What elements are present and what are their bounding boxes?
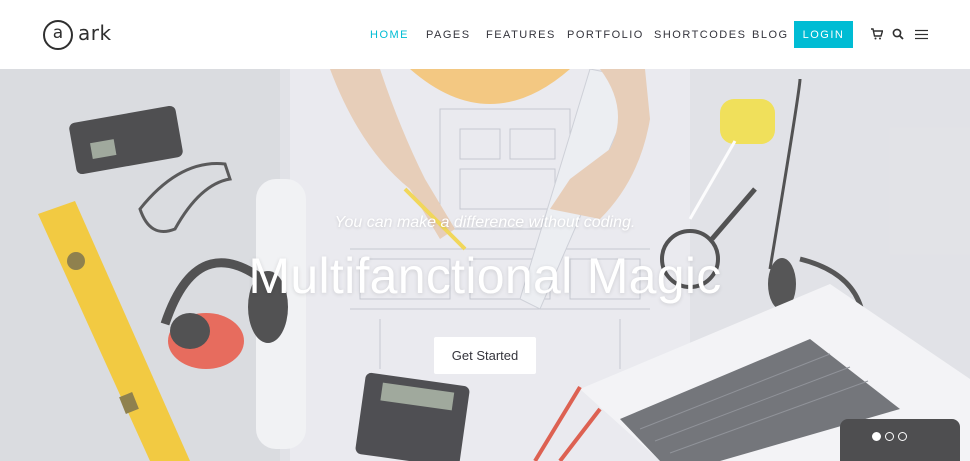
search-icon[interactable] bbox=[891, 27, 905, 41]
get-started-button[interactable]: Get Started bbox=[434, 337, 536, 374]
slider-dot-3[interactable] bbox=[898, 432, 907, 441]
login-button[interactable]: LOGIN bbox=[794, 21, 853, 48]
nav-item-features[interactable]: FEATURES bbox=[486, 29, 556, 41]
hero-tagline: You can make a difference without coding… bbox=[334, 214, 636, 231]
nav-item-pages[interactable]: PAGES bbox=[426, 29, 471, 41]
slider-dot-2[interactable] bbox=[885, 432, 894, 441]
nav-item-blog[interactable]: BLOG bbox=[752, 29, 789, 41]
site-header: a ark HOME PAGES FEATURES PORTFOLIO SHOR… bbox=[0, 0, 970, 69]
nav-item-home[interactable]: HOME bbox=[370, 29, 409, 41]
slider-pagination bbox=[872, 432, 907, 441]
hero-slider: You can make a difference without coding… bbox=[0, 69, 970, 461]
nav-item-portfolio[interactable]: PORTFOLIO bbox=[567, 29, 644, 41]
menu-icon[interactable] bbox=[914, 27, 928, 41]
nav-item-shortcodes[interactable]: SHORTCODES bbox=[654, 29, 746, 41]
cart-icon[interactable] bbox=[870, 27, 884, 41]
slider-dot-1[interactable] bbox=[872, 432, 881, 441]
hero-headline: Multifanctional Magic bbox=[248, 248, 722, 304]
